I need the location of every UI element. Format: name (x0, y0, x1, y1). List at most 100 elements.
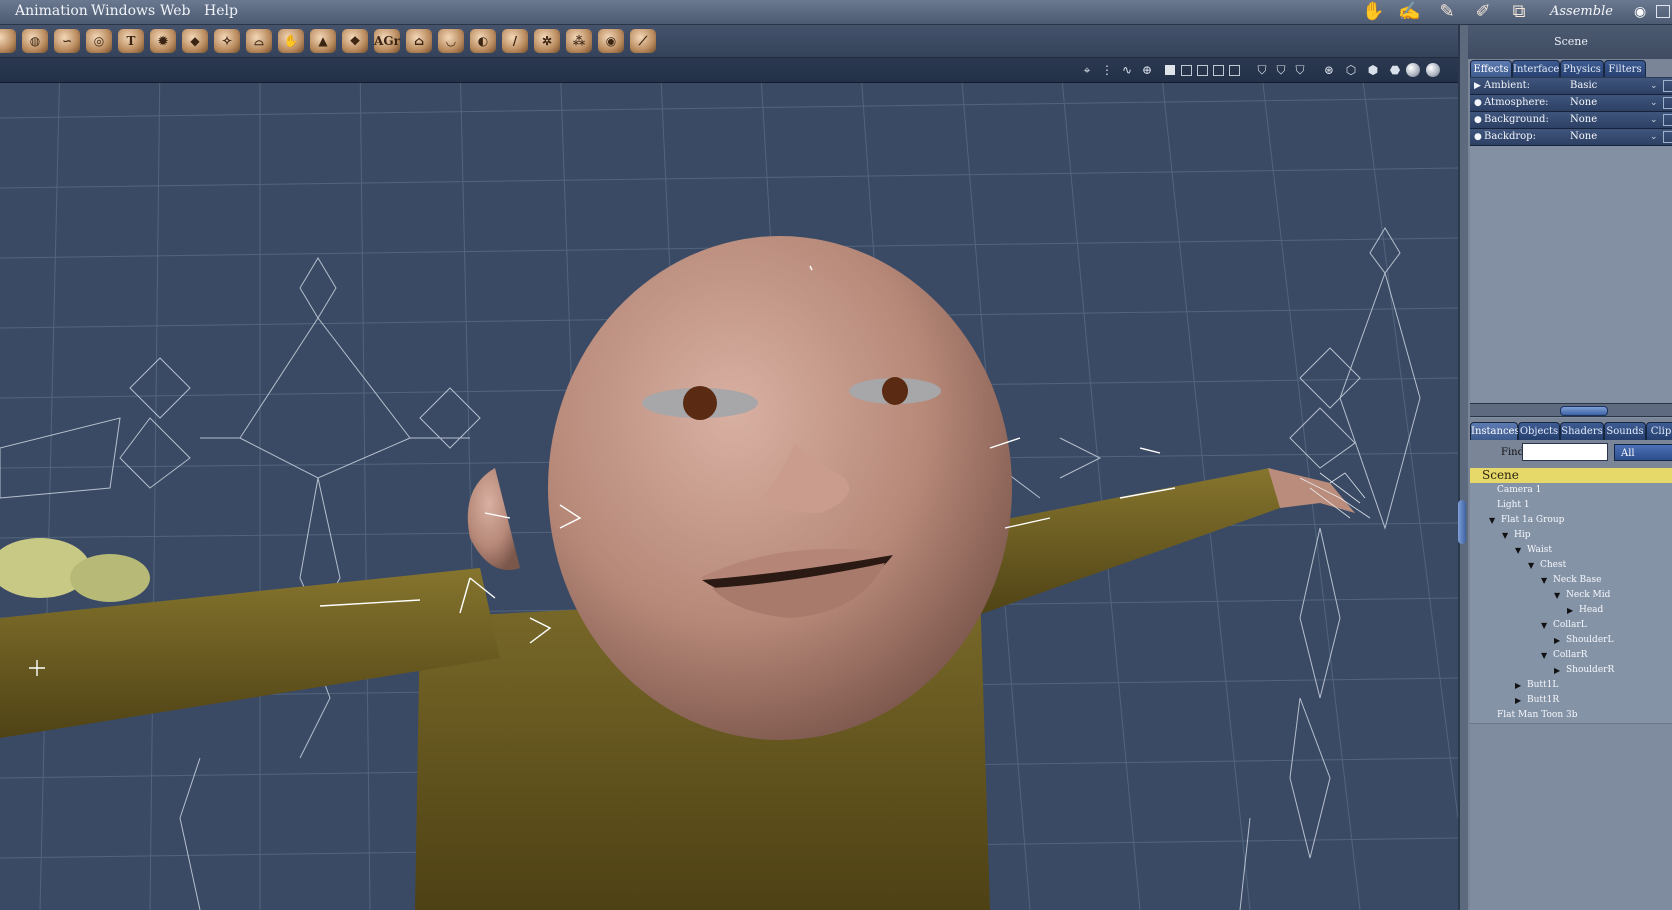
tree-expand-icon[interactable]: ▼ (1489, 513, 1495, 528)
terrain-tool[interactable]: ▲ (310, 29, 336, 53)
rotate-tool[interactable] (0, 29, 16, 53)
chevron-down-icon[interactable]: ⌄ (1650, 78, 1658, 94)
camera-move-icon[interactable]: ⌖ (1080, 63, 1094, 77)
tree-row[interactable]: Light 1 (1470, 498, 1672, 514)
find-filter-select[interactable]: All (1614, 444, 1672, 461)
tab-sounds[interactable]: Sounds (1604, 422, 1646, 440)
tree-row[interactable]: Flat Man Toon 3b (1470, 708, 1672, 724)
tree-row[interactable]: ▼ Chest (1470, 558, 1672, 574)
tree-expand-icon[interactable]: ▶ (1554, 663, 1560, 678)
wireframe-icon[interactable]: ⬡ (1344, 63, 1358, 77)
bounding-box-icon[interactable]: ⊛ (1322, 63, 1336, 77)
menu-help[interactable]: Help (204, 3, 238, 19)
tree-row[interactable]: ▼ Waist (1470, 543, 1672, 559)
layout-two-icon[interactable] (1181, 65, 1192, 76)
splitter-grip[interactable] (1560, 406, 1608, 416)
effect-row[interactable]: ● Backdrop: None ⌄ (1470, 129, 1672, 146)
hand-room-icon[interactable]: ✋ (1362, 2, 1384, 22)
target-tool[interactable]: ◉ (598, 29, 624, 53)
tab-shaders[interactable]: Shaders (1560, 422, 1604, 440)
effect-edit-icon[interactable] (1663, 97, 1672, 109)
cloth-room-icon[interactable]: ⧉ (1508, 2, 1530, 22)
tree-expand-icon[interactable]: ▼ (1515, 543, 1521, 558)
effect-edit-icon[interactable] (1663, 114, 1672, 126)
skeleton-tool[interactable]: ✲ (534, 29, 560, 53)
tab-physics[interactable]: Physics (1560, 60, 1604, 78)
menu-web[interactable]: Web (160, 3, 191, 19)
hand-tool[interactable]: ✋ (278, 29, 304, 53)
tree-expand-icon[interactable]: ▶ (1554, 633, 1560, 648)
chevron-down-icon[interactable]: ⌄ (1650, 95, 1658, 111)
chevron-down-icon[interactable]: ⌄ (1650, 129, 1658, 145)
effect-row[interactable]: ● Atmosphere: None ⌄ (1470, 95, 1672, 112)
house-tool[interactable]: ⌂ (406, 29, 432, 53)
tree-scroll-handle[interactable] (1458, 500, 1466, 544)
spring-tool[interactable]: ✧ (214, 29, 240, 53)
hair-room-icon[interactable]: ✐ (1472, 2, 1494, 22)
camera-dolly-icon[interactable]: ∿ (1120, 63, 1134, 77)
chevron-down-icon[interactable]: ⌄ (1650, 112, 1658, 128)
tree-expand-icon[interactable]: ▶ (1567, 603, 1573, 618)
layout-four-icon[interactable] (1213, 65, 1224, 76)
window-toggle-icon[interactable] (1656, 5, 1670, 18)
tree-expand-icon[interactable]: ▼ (1502, 528, 1508, 543)
tree-row[interactable]: ▶ Butt1L (1470, 678, 1672, 694)
plane-tool[interactable]: ◆ (182, 29, 208, 53)
bowl-tool[interactable]: ◡ (438, 29, 464, 53)
tree-row[interactable]: ▶ Head (1470, 603, 1672, 619)
tree-expand-icon[interactable]: ▶ (1515, 678, 1521, 693)
tab-clip[interactable]: Clip (1646, 422, 1672, 440)
shield-render-2-icon[interactable]: ⛉ (1274, 63, 1288, 77)
layout-grid-icon[interactable] (1229, 65, 1240, 76)
effect-toggle-icon[interactable]: ▶ (1474, 78, 1481, 94)
effect-toggle-icon[interactable]: ● (1474, 129, 1482, 145)
tab-filters[interactable]: Filters (1604, 60, 1646, 78)
shield-render-1-icon[interactable]: ⛉ (1255, 63, 1269, 77)
tab-interface[interactable]: Interface (1512, 60, 1560, 78)
tree-row[interactable]: ▼ Flat 1a Group (1470, 513, 1672, 529)
effect-toggle-icon[interactable]: ● (1474, 112, 1482, 128)
smooth-shaded-icon[interactable] (1406, 63, 1420, 77)
flat-shaded-icon[interactable]: ⬣ (1388, 63, 1402, 77)
pose-room-icon[interactable]: ✍ (1398, 2, 1420, 22)
tree-row[interactable]: ▶ Butt1R (1470, 693, 1672, 709)
tree-row[interactable]: ▼ Neck Mid (1470, 588, 1672, 604)
tree-expand-icon[interactable]: ▼ (1554, 588, 1560, 603)
tree-row[interactable]: ▶ ShoulderR (1470, 663, 1672, 679)
tree-row[interactable]: ▼ CollarL (1470, 618, 1672, 634)
tree-expand-icon[interactable]: ▼ (1541, 618, 1547, 633)
gem-tool[interactable]: ❖ (342, 29, 368, 53)
menu-animation[interactable]: Animation (15, 3, 88, 19)
tab-objects[interactable]: Objects (1518, 422, 1560, 440)
tree-expand-icon[interactable]: ▼ (1528, 558, 1534, 573)
text-tool[interactable]: T (118, 29, 144, 53)
camera-rotate-icon[interactable]: ⊕ (1140, 63, 1154, 77)
gear-tool[interactable]: ✹ (150, 29, 176, 53)
face-room-icon[interactable]: ✎ (1436, 2, 1458, 22)
shield-render-3-icon[interactable]: ⛉ (1293, 63, 1307, 77)
tree-row[interactable]: ▶ ShoulderL (1470, 633, 1672, 649)
hierarchy-tool[interactable]: ⁂ (566, 29, 592, 53)
tree-row[interactable]: ▼ CollarR (1470, 648, 1672, 664)
tree-row[interactable]: ▼ Hip (1470, 528, 1672, 544)
effect-row[interactable]: ● Background: None ⌄ (1470, 112, 1672, 129)
sphere-tool[interactable]: ◍ (22, 29, 48, 53)
tab-instances[interactable]: Instances (1470, 422, 1520, 440)
light-tool[interactable]: ◐ (470, 29, 496, 53)
character-ear-left[interactable] (467, 468, 520, 570)
cube-icon[interactable]: ⬢ (1366, 63, 1380, 77)
panel-splitter[interactable] (1470, 403, 1672, 417)
effect-row[interactable]: ▶ Ambient: Basic ⌄ (1470, 78, 1672, 95)
tree-row[interactable]: ▼ Neck Base (1470, 573, 1672, 589)
3d-viewport[interactable] (0, 58, 1458, 910)
effect-value[interactable]: None (1570, 129, 1650, 145)
camera-track-icon[interactable]: ⋮ (1100, 63, 1114, 77)
layout-single-icon[interactable] (1165, 65, 1175, 75)
hat-tool[interactable]: ⌓ (246, 29, 272, 53)
tree-expand-icon[interactable]: ▼ (1541, 648, 1547, 663)
effect-value[interactable]: None (1570, 95, 1650, 111)
layout-three-icon[interactable] (1197, 65, 1208, 76)
menu-windows[interactable]: Windows (91, 3, 155, 19)
tree-expand-icon[interactable]: ▶ (1515, 693, 1521, 708)
torus-tool[interactable]: ◎ (86, 29, 112, 53)
